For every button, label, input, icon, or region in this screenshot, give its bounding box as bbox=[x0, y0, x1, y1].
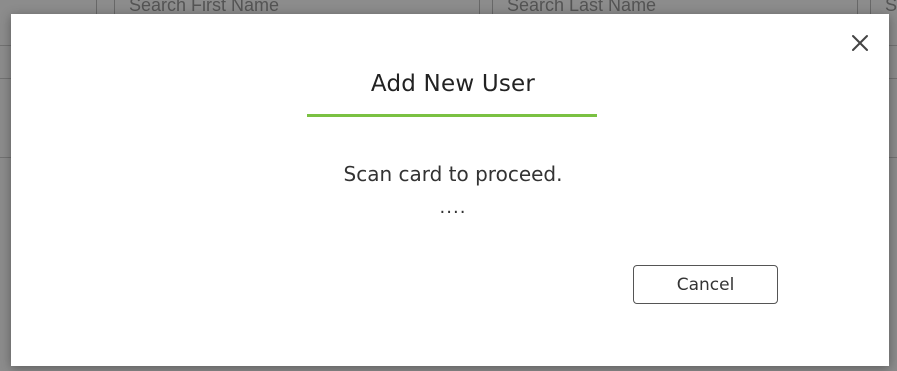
close-button[interactable] bbox=[849, 32, 871, 54]
title-underline bbox=[307, 114, 597, 117]
cancel-button[interactable]: Cancel bbox=[633, 265, 778, 304]
close-icon bbox=[852, 35, 868, 51]
dialog-title: Add New User bbox=[370, 71, 536, 97]
add-user-dialog: Add New User Scan card to proceed. .... … bbox=[11, 14, 889, 366]
progress-dots: .... bbox=[439, 197, 467, 218]
scan-card-message: Scan card to proceed. bbox=[343, 162, 563, 186]
